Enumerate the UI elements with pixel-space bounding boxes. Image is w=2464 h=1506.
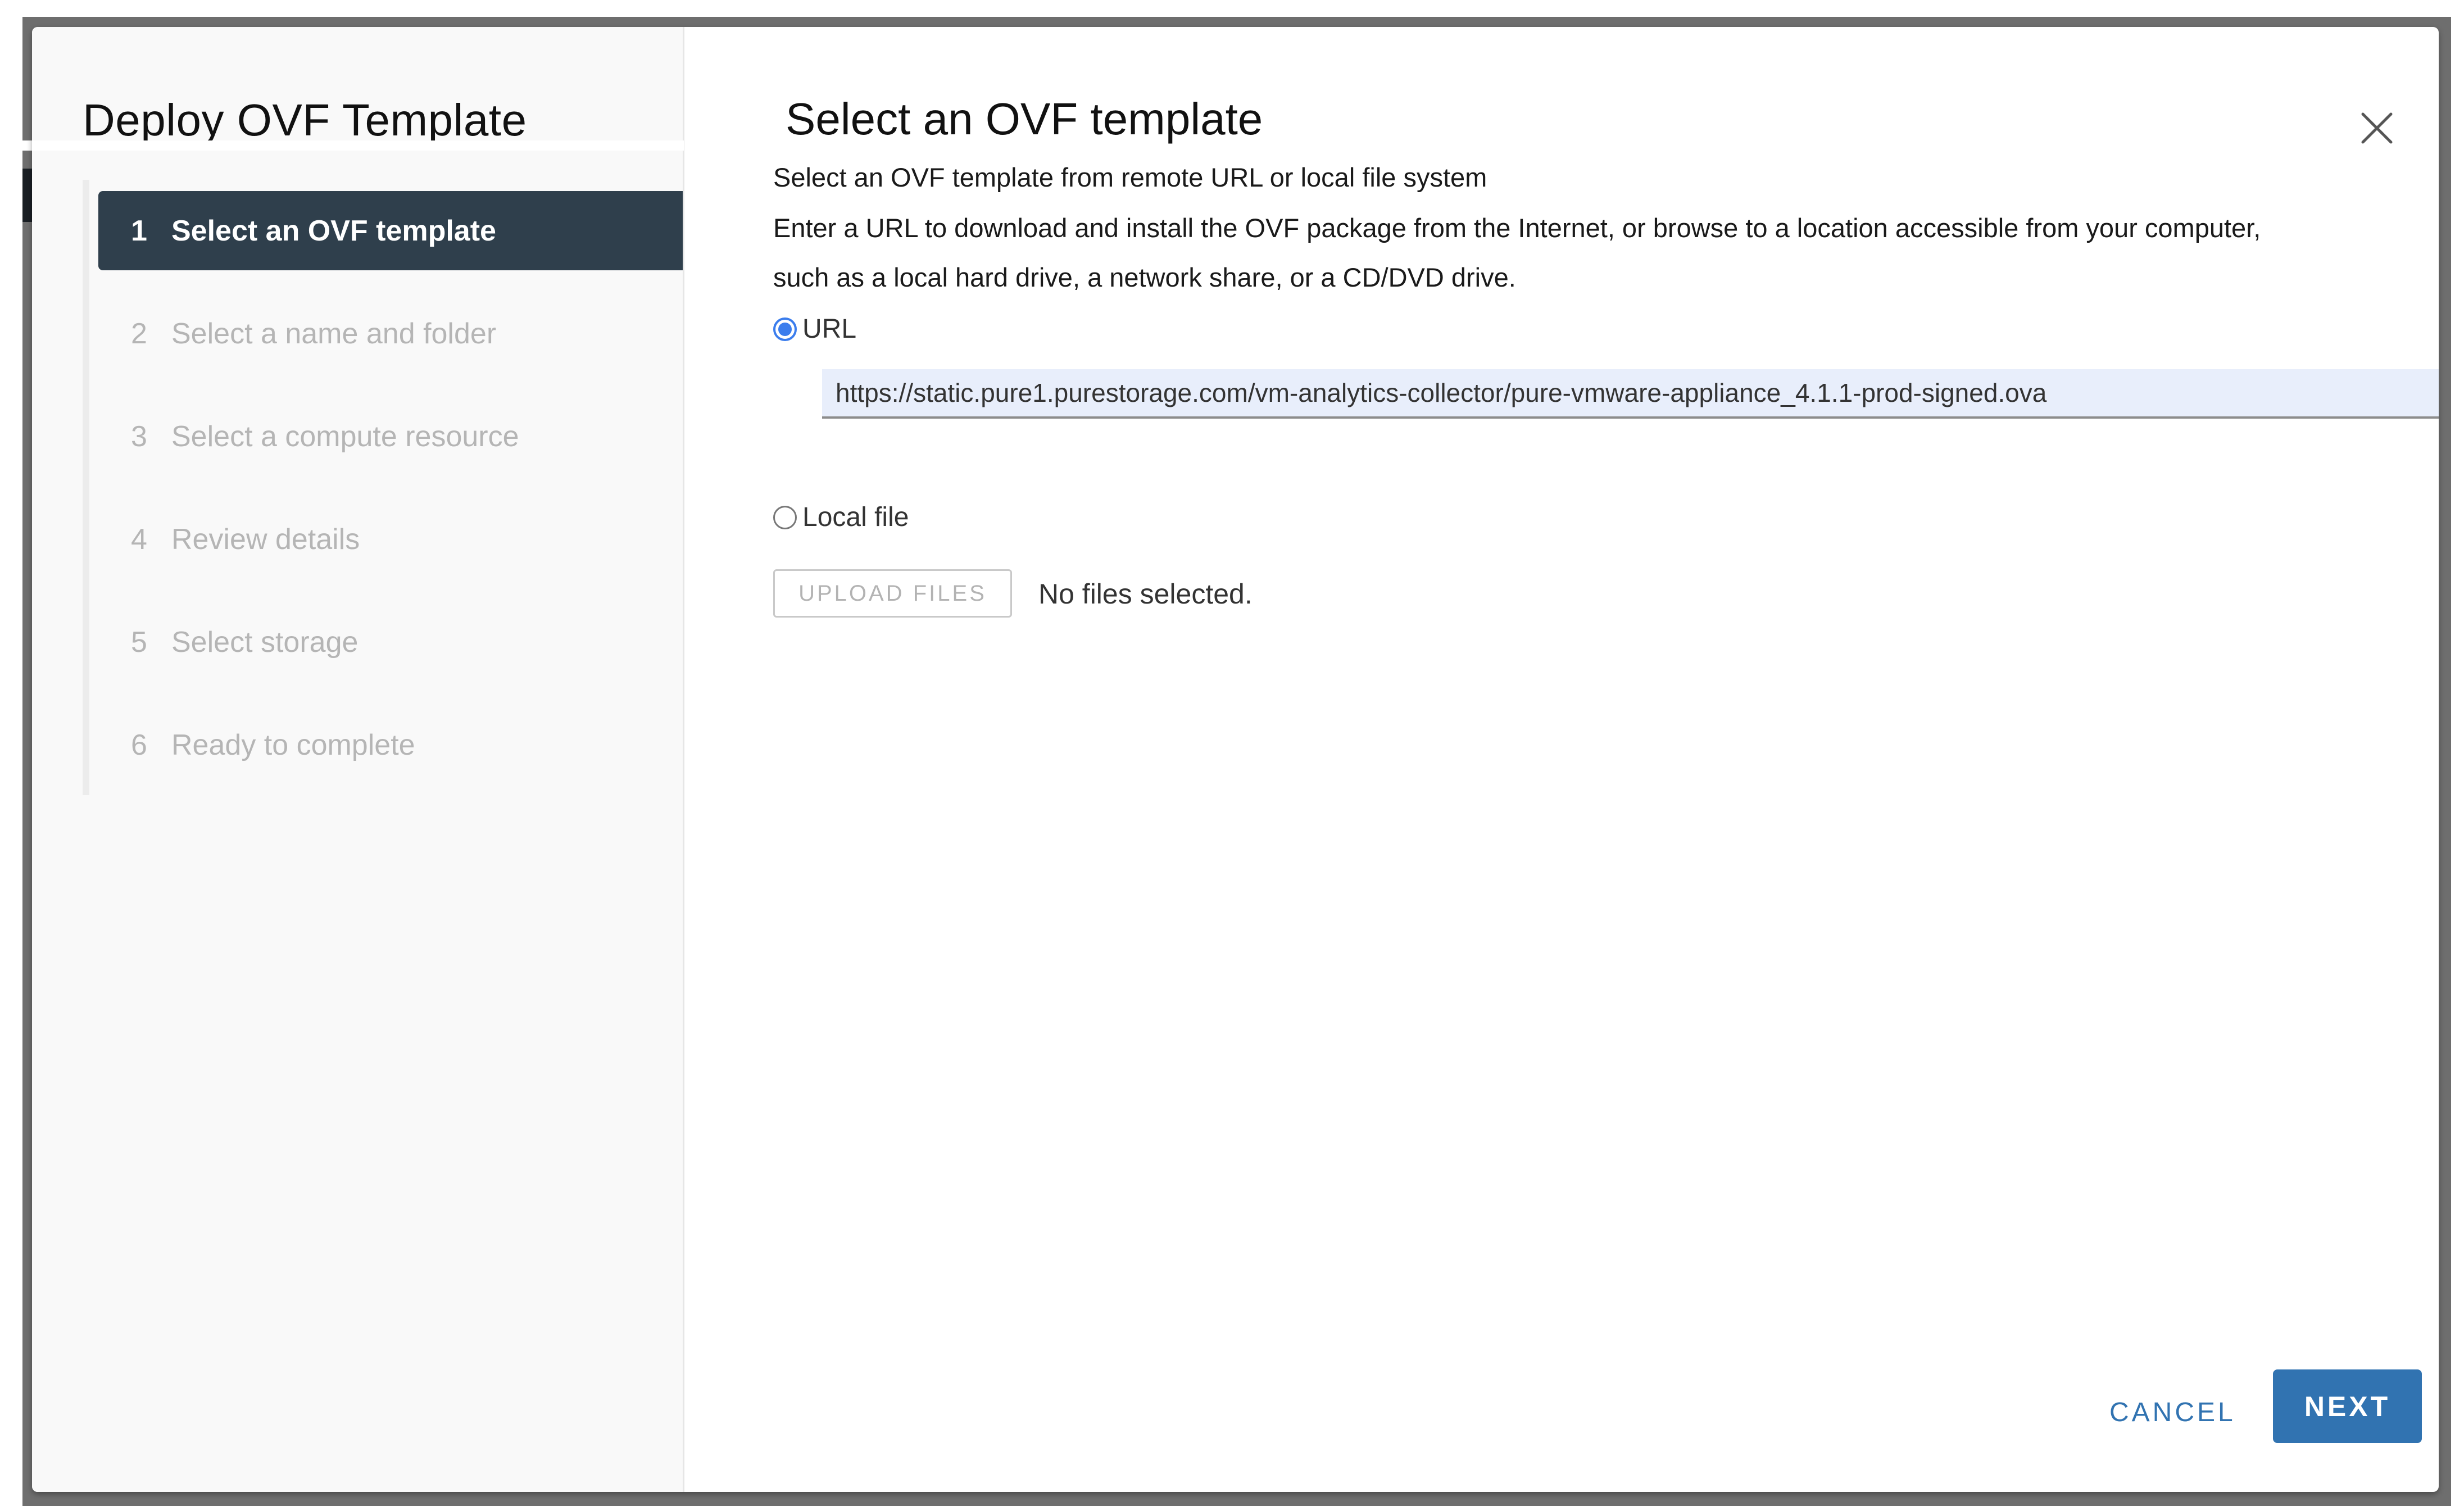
url-radio-option[interactable]: URL [773,314,856,344]
step-ready-to-complete: 6 Ready to complete [98,705,683,784]
page-subtitle: Select an OVF template from remote URL o… [773,162,1487,192]
close-button[interactable] [2357,108,2397,148]
upload-status: No files selected. [1038,578,1253,610]
deploy-ovf-dialog: Deploy OVF Template 1 Select an OVF temp… [32,27,2439,1492]
local-file-radio-label: Local file [802,502,909,532]
dialog-title: Deploy OVF Template [83,95,527,145]
description-line-1: Enter a URL to download and install the … [773,213,2261,243]
step-number: 4 [131,523,147,556]
step-select-compute-resource: 3 Select a compute resource [98,397,683,476]
step-select-storage: 5 Select storage [98,602,683,682]
wizard-steps: 1 Select an OVF template 2 Select a name… [98,191,683,808]
url-input[interactable] [822,369,2439,419]
step-label: Ready to complete [171,728,415,761]
step-number: 3 [131,420,147,453]
wizard-content: Select an OVF template Select an OVF tem… [684,27,2439,1492]
next-button[interactable]: NEXT [2273,1369,2422,1443]
step-select-ovf-template[interactable]: 1 Select an OVF template [98,191,683,270]
step-label: Review details [171,523,360,556]
page-title: Select an OVF template [786,94,1263,144]
backdrop-panel [22,169,32,222]
description-line-2: such as a local hard drive, a network sh… [773,262,1516,292]
step-number: 5 [131,625,147,659]
step-number: 2 [131,317,147,350]
step-review-details: 4 Review details [98,500,683,579]
close-icon [2361,112,2393,144]
url-radio-label: URL [802,314,857,344]
wizard-sidebar: Deploy OVF Template 1 Select an OVF temp… [32,27,684,1492]
steps-rail [83,180,89,795]
local-file-radio-option[interactable]: Local file [773,502,909,533]
step-label: Select storage [171,625,359,659]
step-label: Select a name and folder [171,317,497,350]
step-number: 1 [131,214,147,247]
step-number: 6 [131,728,147,761]
upload-files-button[interactable]: UPLOAD FILES [773,569,1012,618]
url-radio[interactable] [773,317,797,341]
step-select-name-folder: 2 Select a name and folder [98,294,683,373]
step-label: Select a compute resource [171,420,519,453]
cancel-button[interactable]: CANCEL [2106,1387,2239,1437]
sidebar-divider [32,140,684,151]
step-label: Select an OVF template [171,214,496,247]
local-file-radio[interactable] [773,505,797,529]
